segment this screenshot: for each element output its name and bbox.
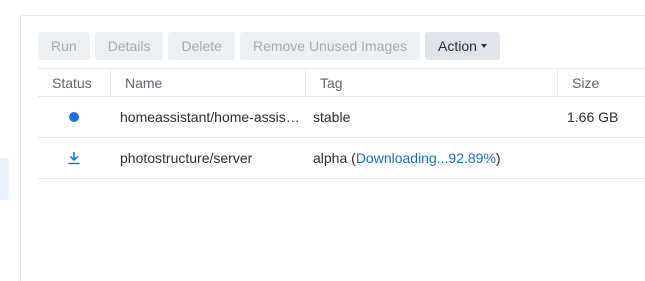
image-name: photostructure/server bbox=[120, 150, 253, 166]
run-button: Run bbox=[38, 32, 90, 60]
sidebar-active-indicator[interactable] bbox=[0, 158, 9, 200]
name-cell: homeassistant/home-assistant bbox=[110, 97, 305, 137]
caret-down-icon bbox=[480, 44, 487, 48]
delete-button: Delete bbox=[168, 32, 235, 60]
image-tag: stable bbox=[313, 109, 351, 125]
image-size: 1.66 GB bbox=[567, 109, 619, 125]
toolbar: Run Details Delete Remove Unused Images … bbox=[38, 32, 500, 60]
image-name: homeassistant/home-assistant bbox=[120, 109, 302, 125]
sidebar bbox=[0, 15, 21, 281]
header-divider bbox=[22, 15, 645, 16]
remove-unused-images-button: Remove Unused Images bbox=[239, 32, 421, 60]
details-button: Details bbox=[94, 32, 164, 60]
action-button-label: Action bbox=[438, 38, 477, 54]
column-header-tag[interactable]: Tag bbox=[305, 69, 557, 96]
table-row[interactable]: photostructure/server alpha (Downloading… bbox=[38, 138, 645, 179]
images-table: Status Name Tag Size homeassistant/home-… bbox=[38, 68, 645, 179]
tag-cell: alpha (Downloading...92.89%) bbox=[305, 138, 557, 178]
tag-cell: stable bbox=[305, 97, 557, 137]
table-row[interactable]: homeassistant/home-assistant stable 1.66… bbox=[38, 97, 645, 138]
size-cell: 1.66 GB bbox=[557, 97, 645, 137]
image-tag: alpha ( bbox=[313, 150, 356, 166]
running-dot-icon bbox=[69, 112, 79, 122]
status-cell bbox=[38, 138, 110, 178]
status-cell bbox=[38, 97, 110, 137]
image-tag-suffix: ) bbox=[495, 150, 501, 166]
name-cell: photostructure/server bbox=[110, 138, 305, 178]
column-header-name[interactable]: Name bbox=[110, 69, 305, 96]
column-header-status[interactable]: Status bbox=[38, 69, 110, 96]
size-cell bbox=[557, 138, 645, 178]
action-dropdown-button[interactable]: Action bbox=[425, 32, 500, 60]
download-icon bbox=[68, 151, 80, 165]
table-header: Status Name Tag Size bbox=[38, 68, 645, 97]
download-progress-text: Downloading...92.89% bbox=[355, 150, 496, 166]
column-header-size[interactable]: Size bbox=[557, 69, 645, 96]
